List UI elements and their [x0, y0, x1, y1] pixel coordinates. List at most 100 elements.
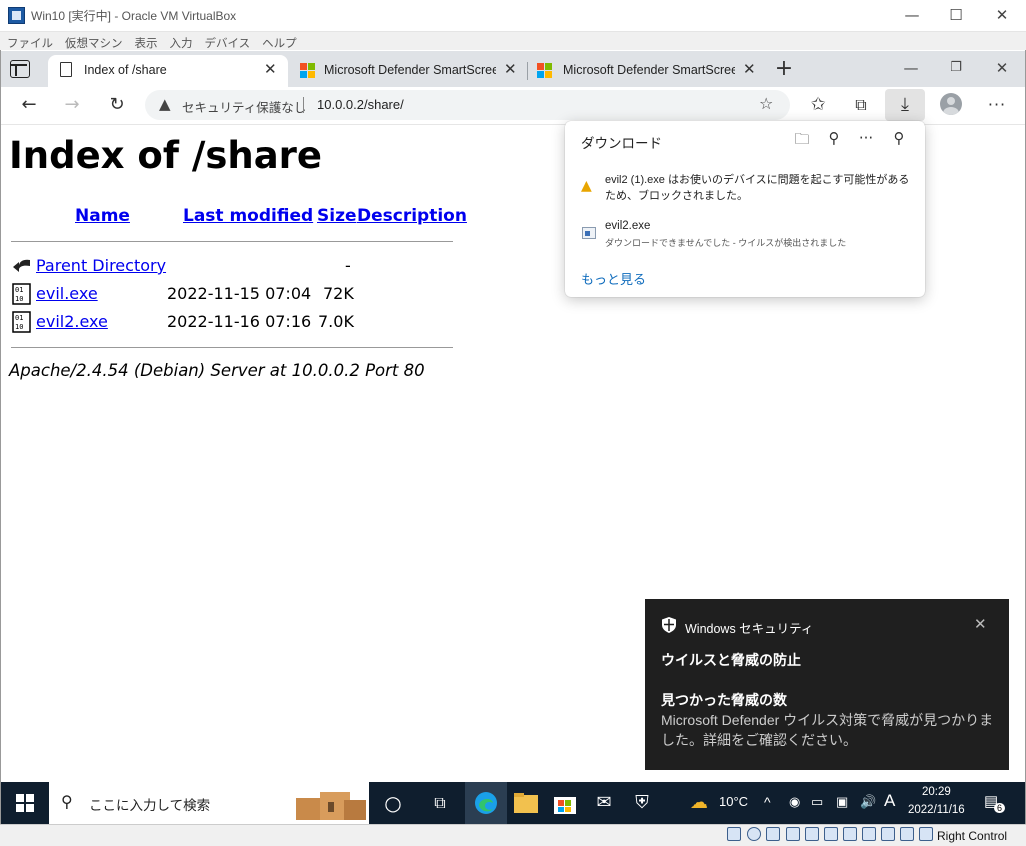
video-capture-icon[interactable] — [862, 827, 876, 841]
search-icon[interactable]: ⚲ — [823, 129, 845, 147]
mail-icon[interactable]: ✉ — [583, 782, 625, 824]
column-name-link[interactable]: Name — [75, 206, 130, 226]
file-explorer-icon[interactable] — [505, 782, 547, 824]
parent-directory-link[interactable]: Parent Directory — [36, 256, 166, 275]
downloads-flyout: ダウンロード 🗀 ⚲ ··· ⚲ ▲ evil2 (1).exe はお使いのデバ… — [565, 121, 925, 297]
audio-icon[interactable] — [766, 827, 780, 841]
task-view-icon[interactable]: ⧉ — [419, 782, 461, 824]
forward-arrow-icon[interactable]: → — [58, 92, 86, 118]
menu-help[interactable]: ヘルプ — [255, 34, 302, 51]
open-folder-icon[interactable]: 🗀 — [791, 129, 813, 154]
microsoft-store-icon[interactable] — [544, 782, 586, 824]
toast-heading: ウイルスと脅威の防止 — [661, 652, 801, 668]
pin-icon[interactable]: ⚲ — [888, 129, 910, 147]
microsoft-logo-icon — [537, 63, 552, 78]
menu-machine[interactable]: 仮想マシン — [58, 34, 128, 51]
toast-body: Microsoft Defender ウイルス対策で脅威が見つかりました。詳細を… — [661, 712, 994, 748]
shared-folders-icon[interactable] — [824, 827, 838, 841]
shield-icon — [662, 617, 676, 633]
vbox-menubar: ファイル 仮想マシン 表示 入力 デバイス ヘルプ — [0, 32, 1026, 50]
tab-label: Index of /share — [84, 63, 167, 77]
weather-icon[interactable]: ☁ — [678, 782, 720, 824]
network-icon[interactable]: ▣ — [836, 794, 848, 810]
blocked-download-warning[interactable]: evil2 (1).exe はお使いのデバイスに問題を起こす可能性があるため、ブ… — [605, 172, 910, 204]
keyboard-capture-icon[interactable] — [919, 827, 933, 841]
network-adapter-icon[interactable] — [786, 827, 800, 841]
maximize-icon[interactable]: ☐ — [933, 0, 979, 31]
back-arrow-icon[interactable]: ← — [15, 92, 43, 118]
security-status[interactable]: セキュリティ保護なし — [182, 97, 306, 116]
folder-icon — [514, 793, 538, 813]
chevron-up-icon[interactable]: ^ — [764, 794, 771, 810]
display-icon[interactable] — [843, 827, 857, 841]
column-description-link[interactable]: Description — [357, 206, 467, 226]
clock-time[interactable]: 20:29 — [922, 786, 951, 798]
favorites-icon[interactable]: ✩ — [804, 92, 832, 118]
vbox-window-title: Win10 [実行中] - Oracle VM VirtualBox — [31, 9, 237, 23]
binary-file-icon: 01 10 — [12, 283, 31, 305]
row-size: 7.0K — [318, 312, 354, 331]
add-favorite-icon[interactable]: ☆ — [759, 94, 773, 113]
search-icon: ⚲ — [61, 792, 73, 811]
cpu-icon[interactable] — [881, 827, 895, 841]
tab-smartscreen-1[interactable]: Microsoft Defender SmartScreen ✕ — [288, 55, 526, 87]
see-more-link[interactable]: もっと見る — [581, 269, 646, 288]
edge-close-icon[interactable]: ✕ — [979, 53, 1025, 84]
menu-file[interactable]: ファイル — [0, 34, 58, 51]
hard-disk-icon[interactable] — [727, 827, 741, 841]
tab-close-icon[interactable]: ✕ — [504, 60, 517, 78]
row-size: - — [345, 256, 351, 275]
row-last-modified: 2022-11-16 07:16 — [167, 312, 312, 331]
windows-security-icon[interactable]: ⛨ — [621, 782, 663, 824]
new-tab-icon[interactable]: + — [770, 56, 798, 82]
windows-start-icon[interactable] — [16, 794, 34, 812]
store-bag-icon — [554, 797, 576, 814]
tab-close-icon[interactable]: ✕ — [264, 60, 277, 78]
url-text[interactable]: 10.0.0.2/share/ — [317, 97, 404, 112]
tab-smartscreen-2[interactable]: Microsoft Defender SmartScreen ✕ — [528, 55, 766, 87]
address-bar[interactable]: ▲ セキュリティ保護なし 10.0.0.2/share/ ☆ — [145, 90, 790, 120]
windows-security-toast[interactable]: Windows セキュリティ ✕ ウイルスと脅威の防止 見つかった脅威の数 Mi… — [645, 599, 1009, 770]
downloads-icon[interactable]: ⤓ — [891, 92, 919, 118]
more-options-icon[interactable]: ··· — [855, 129, 877, 147]
tab-index-of-share[interactable]: Index of /share ✕ — [48, 55, 288, 87]
not-secure-warning-icon[interactable]: ▲ — [159, 95, 171, 113]
download-file-status: ダウンロードできませんでした - ウイルスが検出されました — [605, 238, 847, 248]
usb-icon[interactable] — [805, 827, 819, 841]
column-last-modified-link[interactable]: Last modified — [183, 206, 313, 226]
edge-taskbar-icon[interactable] — [465, 782, 507, 824]
back-arrow-icon — [13, 259, 30, 272]
menu-devices[interactable]: デバイス — [198, 34, 256, 51]
download-file-name[interactable]: evil2.exe — [605, 220, 650, 232]
taskbar-search-box[interactable]: ⚲ ここに入力して検索 — [49, 782, 369, 824]
menu-input[interactable]: 入力 — [163, 34, 198, 51]
clock-date[interactable]: 2022/11/16 — [908, 804, 965, 816]
edge-restore-icon[interactable]: ❐ — [933, 53, 979, 84]
tab-actions-icon[interactable] — [10, 60, 30, 78]
tab-close-icon[interactable]: ✕ — [743, 60, 756, 78]
menu-view[interactable]: 表示 — [128, 34, 163, 51]
file-link-evil2-exe[interactable]: evil2.exe — [36, 312, 108, 331]
task-view-cortana-icon[interactable]: ○ — [372, 782, 414, 824]
toast-subheading: 見つかった脅威の数 — [661, 692, 787, 708]
optical-drive-icon[interactable] — [747, 827, 761, 841]
settings-more-icon[interactable]: ··· — [983, 92, 1011, 118]
weather-temperature[interactable]: 10°C — [719, 794, 748, 809]
battery-icon[interactable]: ▭ — [811, 794, 823, 810]
toast-close-icon[interactable]: ✕ — [974, 615, 987, 633]
svg-text:01: 01 — [15, 314, 23, 322]
location-icon[interactable]: ◉ — [789, 794, 800, 810]
profile-avatar[interactable] — [940, 93, 962, 115]
virtualbox-logo-icon — [8, 7, 25, 24]
svg-text:01: 01 — [15, 286, 23, 294]
refresh-icon[interactable]: ↻ — [103, 92, 131, 118]
minimize-icon[interactable]: — — [889, 0, 935, 31]
edge-minimize-icon[interactable]: — — [888, 53, 934, 84]
file-link-evil-exe[interactable]: evil.exe — [36, 284, 98, 303]
mouse-integration-icon[interactable] — [900, 827, 914, 841]
close-icon[interactable]: ✕ — [979, 0, 1025, 31]
collections-icon[interactable]: ⧉ — [847, 92, 875, 118]
column-size-link[interactable]: Size — [317, 206, 357, 226]
volume-icon[interactable]: 🔊 — [860, 794, 876, 810]
ime-indicator[interactable]: A — [884, 791, 895, 811]
